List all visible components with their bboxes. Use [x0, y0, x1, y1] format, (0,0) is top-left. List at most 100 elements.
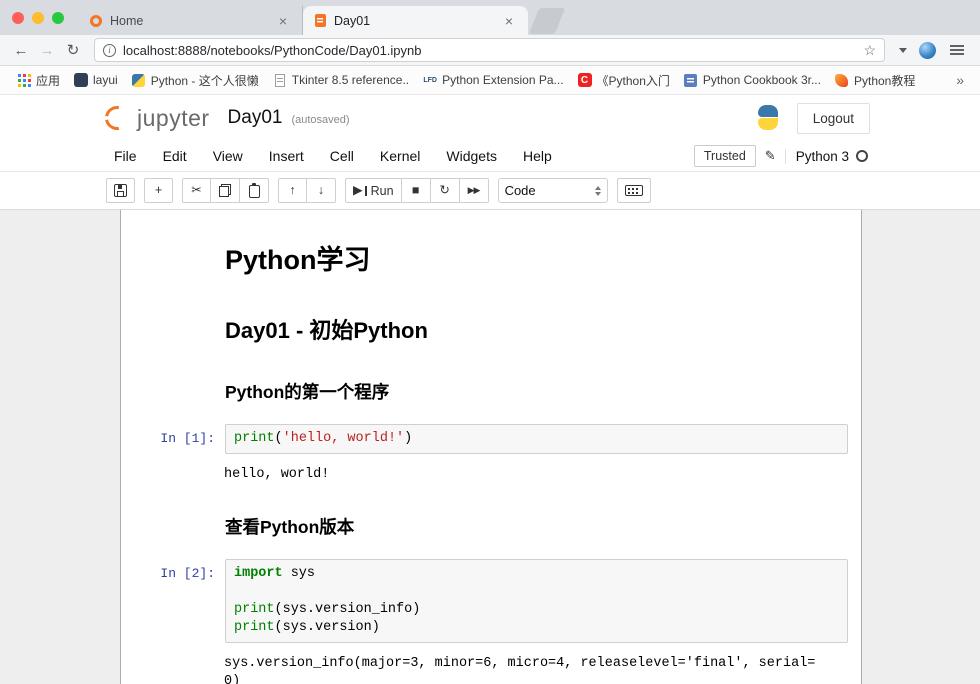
bookmark-python-intro[interactable]: C 《Python入门: [571, 69, 677, 92]
jupyter-header: jupyter Day01 (autosaved) Logout: [0, 95, 980, 141]
notebook-favicon: [315, 14, 326, 27]
menu-view[interactable]: View: [200, 144, 256, 168]
python-logo-icon: [755, 105, 781, 131]
token-import: import: [234, 566, 283, 581]
bookmarks-overflow-chevron[interactable]: »: [950, 72, 970, 88]
play-icon: ▶: [353, 184, 363, 197]
notebook-scroll-area[interactable]: Python学习 Day01 - 初始Python Python的第一个程序 I…: [0, 209, 980, 684]
menu-insert[interactable]: Insert: [256, 144, 317, 168]
save-button[interactable]: [106, 178, 135, 203]
tab-home[interactable]: Home ×: [78, 6, 303, 35]
arrow-down-icon: ↓: [318, 184, 324, 197]
downloads-caret-icon[interactable]: [899, 48, 907, 53]
tab-title: Home: [110, 14, 268, 28]
cut-cell-button[interactable]: ✂: [182, 178, 211, 203]
add-cell-button[interactable]: +: [144, 178, 173, 203]
token-print: print: [234, 431, 275, 446]
notebook-container: Python学习 Day01 - 初始Python Python的第一个程序 I…: [120, 210, 862, 684]
plus-icon: +: [155, 184, 162, 197]
heading-day01: Day01 - 初始Python: [225, 313, 848, 345]
trusted-button[interactable]: Trusted: [694, 145, 756, 167]
browser-menu-icon[interactable]: [950, 49, 964, 51]
tab-day01[interactable]: Day01 ×: [303, 6, 528, 35]
token-print: print: [234, 620, 275, 635]
menu-edit[interactable]: Edit: [150, 144, 200, 168]
bookmark-python-cookbook[interactable]: Python Cookbook 3r...: [677, 70, 828, 90]
notebook-title[interactable]: Day01: [228, 107, 283, 129]
menu-widgets[interactable]: Widgets: [433, 144, 510, 168]
markdown-cell-h1[interactable]: Python学习: [121, 222, 861, 291]
bookmark-python-blog[interactable]: Python - 这个人很懒: [125, 69, 266, 92]
token-string: 'hello, world!': [283, 431, 405, 446]
layui-favicon-icon: [74, 73, 88, 87]
code-cell-2[interactable]: In [2]: import sys print(sys.version_inf…: [121, 553, 861, 649]
code-input-2[interactable]: import sys print(sys.version_info) print…: [225, 559, 848, 643]
heading-first-program: Python的第一个程序: [225, 379, 848, 404]
markdown-cell-h3-first-program[interactable]: Python的第一个程序: [121, 359, 861, 418]
bookmark-label: 应用: [36, 72, 60, 89]
bookmark-tkinter[interactable]: Tkinter 8.5 reference..: [266, 70, 416, 90]
command-palette-button[interactable]: [617, 178, 651, 203]
new-tab-button[interactable]: [529, 8, 566, 34]
restart-run-all-button[interactable]: ▶▶: [460, 178, 489, 203]
bookmark-star-icon[interactable]: ☆: [863, 42, 876, 59]
fast-forward-icon: ▶▶: [468, 186, 480, 195]
code-input-1[interactable]: print('hello, world!'): [225, 424, 848, 454]
paste-cell-button[interactable]: [240, 178, 269, 203]
restart-kernel-button[interactable]: ↻: [431, 178, 460, 203]
zoom-window-button[interactable]: [52, 12, 64, 24]
profile-avatar-icon[interactable]: [919, 42, 936, 59]
bookmark-label: Python Extension Pa...: [442, 73, 563, 87]
bookmark-label: Python - 这个人很懒: [151, 72, 259, 89]
menu-help[interactable]: Help: [510, 144, 565, 168]
reload-icon[interactable]: ↻: [60, 41, 86, 59]
markdown-cell-h2[interactable]: Day01 - 初始Python: [121, 291, 861, 359]
bookmark-apps[interactable]: 应用: [10, 69, 67, 92]
keyboard-icon: [625, 185, 643, 196]
bookmark-python-extension[interactable]: LFD Python Extension Pa...: [416, 70, 570, 90]
python-favicon-icon: [132, 74, 145, 87]
bookmark-layui[interactable]: layui: [67, 70, 125, 90]
markdown-cell-h3-version[interactable]: 查看Python版本: [121, 494, 861, 553]
copy-icon: [219, 184, 231, 197]
code-cell-1[interactable]: In [1]: print('hello, world!'): [121, 418, 861, 460]
menu-cell[interactable]: Cell: [317, 144, 367, 168]
close-window-button[interactable]: [12, 12, 24, 24]
tab-list: Home × Day01 ×: [78, 0, 560, 35]
input-prompt: In [1]:: [127, 424, 225, 454]
address-bar[interactable]: i localhost:8888/notebooks/PythonCode/Da…: [94, 38, 885, 62]
interrupt-kernel-button[interactable]: ■: [402, 178, 431, 203]
jupyter-logo[interactable]: jupyter: [104, 105, 210, 132]
heading-check-version: 查看Python版本: [225, 514, 848, 539]
cell-type-dropdown[interactable]: Code: [498, 178, 608, 203]
jupyter-swirl-icon: [104, 105, 130, 131]
select-stepper-icon: [595, 186, 601, 196]
move-cell-down-button[interactable]: ↓: [307, 178, 336, 203]
navigation-bar: ← → ↻ i localhost:8888/notebooks/PythonC…: [0, 35, 980, 66]
move-cell-up-button[interactable]: ↑: [278, 178, 307, 203]
url-text: localhost:8888/notebooks/PythonCode/Day0…: [123, 43, 856, 58]
browser-window: Home × Day01 × ← → ↻ i localhost:8888/no…: [0, 0, 980, 684]
lfd-favicon-icon: LFD: [423, 77, 437, 84]
logout-button[interactable]: Logout: [797, 103, 870, 134]
menu-file[interactable]: File: [106, 144, 150, 168]
arrow-up-icon: ↑: [289, 184, 295, 197]
edit-mode-pencil-icon: ✎: [765, 148, 776, 164]
kernel-name: Python 3: [796, 149, 849, 164]
run-cell-button[interactable]: ▶ Run: [345, 178, 402, 203]
bookmark-label: Python Cookbook 3r...: [703, 73, 821, 87]
bookmark-python-tutorial[interactable]: Python教程: [828, 69, 922, 92]
forward-icon[interactable]: →: [34, 42, 60, 59]
page-info-icon[interactable]: i: [103, 44, 116, 57]
minimize-window-button[interactable]: [32, 12, 44, 24]
document-favicon-icon: [275, 74, 285, 87]
bookmark-label: 《Python入门: [597, 72, 670, 89]
menu-kernel[interactable]: Kernel: [367, 144, 433, 168]
jupyter-favicon: [90, 15, 102, 27]
tab-close-icon[interactable]: ×: [276, 13, 290, 29]
back-icon[interactable]: ←: [8, 42, 34, 59]
bookmark-label: Python教程: [854, 72, 915, 89]
apps-grid-icon: [18, 74, 21, 77]
tab-close-icon[interactable]: ×: [502, 13, 516, 29]
copy-cell-button[interactable]: [211, 178, 240, 203]
